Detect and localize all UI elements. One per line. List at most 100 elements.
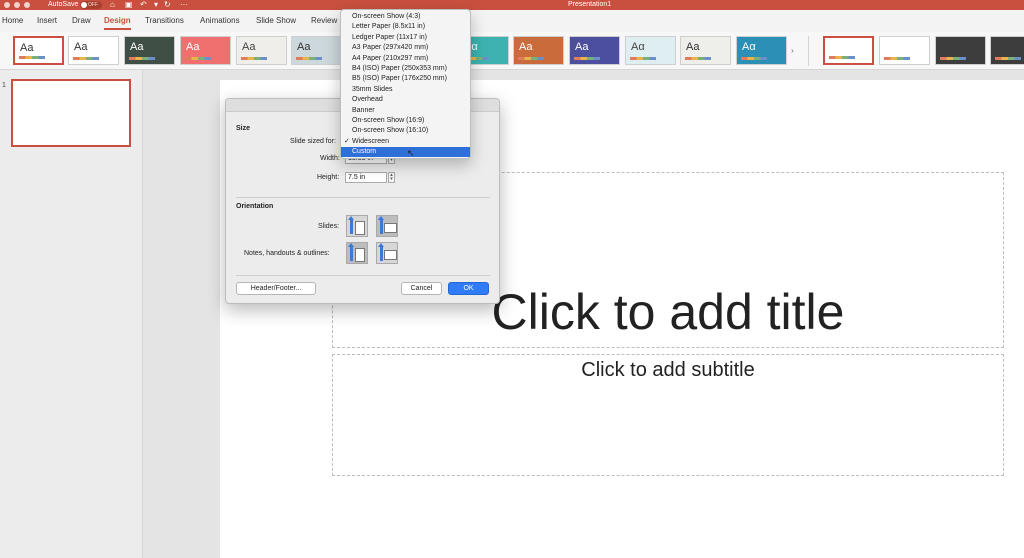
landscape-page-icon xyxy=(384,223,397,233)
menu-item[interactable]: Letter Paper (8.5x11 in) xyxy=(341,22,470,32)
slides-orientation-label: Slides: xyxy=(318,223,340,230)
theme-label: Aa xyxy=(575,41,589,53)
slide-thumbnail[interactable] xyxy=(11,79,131,147)
checkmark-icon: ✓ xyxy=(344,137,350,145)
tab-transitions[interactable]: Transitions xyxy=(145,16,184,25)
menu-item-label: B4 (ISO) Paper (250x353 mm) xyxy=(352,64,447,72)
notes-orientation-label: Notes, handouts & outlines: xyxy=(244,250,330,257)
theme-label: Aα xyxy=(742,41,756,53)
menu-item-label: Ledger Paper (11x17 in) xyxy=(352,33,427,41)
notes-portrait-option[interactable] xyxy=(346,242,368,264)
minimize-window-icon[interactable] xyxy=(14,2,20,8)
menu-item[interactable]: Overhead xyxy=(341,95,470,105)
slide-number: 1 xyxy=(2,82,6,89)
menu-item[interactable]: Ledger Paper (11x17 in) xyxy=(341,33,470,43)
variant-thumbnail[interactable] xyxy=(990,36,1024,65)
variant-thumbnail[interactable] xyxy=(935,36,986,65)
variant-thumbnail[interactable] xyxy=(823,36,874,65)
height-label: Height: xyxy=(317,174,340,181)
theme-thumbnail[interactable]: Aa xyxy=(291,36,342,65)
theme-label: Aa xyxy=(519,41,533,53)
menu-item-label: B5 (ISO) Paper (176x250 mm) xyxy=(352,75,447,83)
header-footer-button[interactable]: Header/Footer... xyxy=(236,282,316,295)
subtitle-placeholder[interactable]: Click to add subtitle xyxy=(332,354,1004,476)
dialog-divider xyxy=(236,275,490,276)
dialog-divider xyxy=(236,197,490,198)
gallery-next-icon[interactable]: › xyxy=(791,46,794,55)
more-icon[interactable]: ··· xyxy=(180,0,188,9)
save-icon[interactable]: ▣ xyxy=(125,0,133,9)
slide-size-options: On-screen Show (4:3) Letter Paper (8.5x11… xyxy=(341,12,470,158)
variant-color-swatches xyxy=(995,57,1021,60)
theme-color-swatches xyxy=(19,56,45,59)
theme-label: Aa xyxy=(242,41,256,53)
height-stepper[interactable]: ▴ ▾ xyxy=(388,172,395,183)
menu-item[interactable]: 35mm Slides xyxy=(341,85,470,95)
menu-item[interactable]: Custom xyxy=(341,147,470,158)
menu-item[interactable]: On-screen Show (4:3) xyxy=(341,12,470,22)
theme-thumbnail[interactable]: Aa xyxy=(236,36,287,65)
menu-item[interactable]: ✓ Widescreen xyxy=(341,137,470,147)
theme-color-swatches xyxy=(241,57,267,60)
theme-thumbnail[interactable]: Aa xyxy=(13,36,64,65)
undo-dropdown-icon[interactable]: ▾ xyxy=(154,0,158,9)
theme-color-swatches xyxy=(574,57,600,60)
menu-item-label: Widescreen xyxy=(352,137,389,145)
slide-size-dropdown: On-screen Show (4:3) Letter Paper (8.5x11… xyxy=(340,9,471,159)
menu-item-label: On-screen Show (4:3) xyxy=(352,13,421,20)
autosave-toggle[interactable]: OFF xyxy=(80,1,102,9)
cancel-button[interactable]: Cancel xyxy=(401,282,442,295)
menu-item[interactable]: B5 (ISO) Paper (176x250 mm) xyxy=(341,74,470,84)
portrait-page-icon xyxy=(355,248,365,262)
notes-landscape-option[interactable] xyxy=(376,242,398,264)
menu-item[interactable]: On-screen Show (16:9) xyxy=(341,116,470,126)
close-window-icon[interactable] xyxy=(4,2,10,8)
menu-item[interactable]: On-screen Show (16:10) xyxy=(341,126,470,136)
zoom-window-icon[interactable] xyxy=(24,2,30,8)
document-title: Presentation1 xyxy=(568,1,612,8)
slide-thumbnail-pane: 1 xyxy=(0,70,143,558)
landscape-page-icon xyxy=(384,250,397,260)
ok-button[interactable]: OK xyxy=(448,282,489,295)
menu-item-label: On-screen Show (16:9) xyxy=(352,116,425,124)
theme-thumbnail[interactable]: Aa xyxy=(180,36,231,65)
home-icon[interactable]: ⌂ xyxy=(110,0,115,9)
variant-color-swatches xyxy=(940,57,966,60)
ribbon-divider xyxy=(808,36,809,66)
variant-thumbnail[interactable] xyxy=(879,36,930,65)
slides-landscape-option[interactable] xyxy=(376,215,398,237)
undo-icon[interactable]: ↶ xyxy=(140,0,147,9)
theme-color-swatches xyxy=(129,57,155,60)
theme-color-swatches xyxy=(296,57,322,60)
tab-animations[interactable]: Animations xyxy=(200,16,240,25)
height-field[interactable]: 7.5 in xyxy=(345,172,387,183)
tab-draw[interactable]: Draw xyxy=(72,16,91,25)
theme-thumbnail[interactable]: Aa xyxy=(569,36,620,65)
design-ribbon: AaAaAaAaAaAaAαAaAaAαAaAα › xyxy=(0,32,1024,70)
tab-insert[interactable]: Insert xyxy=(37,16,57,25)
tab-home[interactable]: Home xyxy=(2,16,23,25)
theme-label: Aa xyxy=(130,41,144,53)
menu-item[interactable]: A4 Paper (210x297 mm) xyxy=(341,54,470,64)
menu-item[interactable]: A3 Paper (297x420 mm) xyxy=(341,43,470,53)
theme-thumbnail[interactable]: Aa xyxy=(124,36,175,65)
tab-slide-show[interactable]: Slide Show xyxy=(256,16,296,25)
theme-thumbnail[interactable]: Aa xyxy=(68,36,119,65)
theme-thumbnail[interactable]: Aα xyxy=(736,36,787,65)
width-label: Width: xyxy=(320,155,340,162)
theme-thumbnail[interactable]: Aa xyxy=(513,36,564,65)
theme-label: Aa xyxy=(186,41,200,53)
theme-thumbnail[interactable]: Aa xyxy=(680,36,731,65)
theme-label: Aα xyxy=(631,41,645,53)
menu-item[interactable]: Banner xyxy=(341,106,470,116)
menu-item[interactable]: B4 (ISO) Paper (250x353 mm) xyxy=(341,64,470,74)
size-heading: Size xyxy=(236,125,251,132)
redo-icon[interactable]: ↻ xyxy=(164,0,171,9)
slides-portrait-option[interactable] xyxy=(346,215,368,237)
theme-thumbnail[interactable]: Aα xyxy=(625,36,676,65)
menu-item-label: Custom xyxy=(352,148,377,156)
theme-color-swatches xyxy=(518,57,544,60)
tab-design[interactable]: Design xyxy=(104,16,131,30)
tab-review[interactable]: Review xyxy=(311,16,337,25)
autosave-label: AutoSave xyxy=(48,1,79,8)
